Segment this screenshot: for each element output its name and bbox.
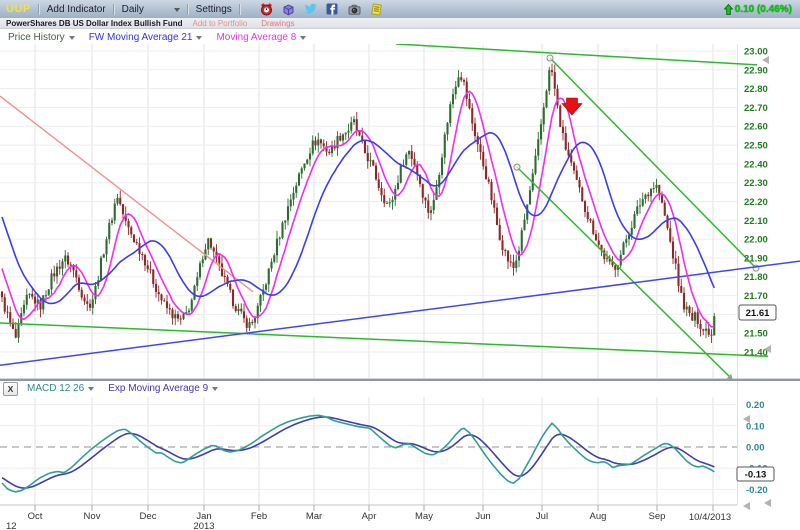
cube-icon[interactable] <box>282 3 295 16</box>
close-macd-button[interactable]: X <box>3 382 18 396</box>
settings-button[interactable]: Settings <box>196 4 232 15</box>
svg-text:22.50: 22.50 <box>744 141 768 152</box>
camera-icon[interactable] <box>348 3 361 16</box>
svg-text:Sep: Sep <box>649 511 666 522</box>
trendlines-layer[interactable] <box>0 44 800 380</box>
svg-text:21.90: 21.90 <box>744 253 768 264</box>
svg-text:21.70: 21.70 <box>744 291 768 302</box>
change-text: 0.10 (0.46%) <box>735 4 792 15</box>
svg-text:Apr: Apr <box>362 511 377 522</box>
add-to-portfolio-link[interactable]: Add to Portfolio <box>192 19 247 28</box>
drawings-link[interactable]: Drawings <box>261 19 294 28</box>
svg-text:10/4/2013: 10/4/2013 <box>689 512 731 523</box>
moving-average-21-dropdown[interactable]: FW Moving Average 21 <box>89 32 203 43</box>
toolbar-separator <box>187 4 189 15</box>
chevron-down-icon <box>69 36 75 43</box>
svg-text:22.80: 22.80 <box>744 84 768 95</box>
period-dropdown[interactable]: Daily <box>122 4 180 15</box>
toolbar-separator <box>239 4 241 15</box>
svg-text:22.40: 22.40 <box>744 159 768 170</box>
moving-average-21-label: FW Moving Average 21 <box>89 32 193 43</box>
toolbar-separator <box>38 4 40 15</box>
notes-icon[interactable] <box>370 3 383 16</box>
chevron-down-icon <box>212 387 218 394</box>
svg-text:2013: 2013 <box>193 521 214 530</box>
chevron-down-icon <box>88 387 94 394</box>
daily-change: 0.10 (0.46%) <box>724 4 792 15</box>
fund-name: PowerShares DB US Dollar Index Bullish F… <box>6 19 182 28</box>
charting-app-window: UUP Add Indicator Daily Settings 0.10 (0… <box>0 0 800 530</box>
toolbar-icons <box>260 3 383 16</box>
svg-text:May: May <box>415 511 433 522</box>
svg-text:22.90: 22.90 <box>744 65 768 76</box>
svg-text:21.50: 21.50 <box>744 329 768 340</box>
facebook-icon[interactable] <box>326 3 339 16</box>
svg-text:0.00: 0.00 <box>746 443 765 454</box>
period-value: Daily <box>122 4 144 15</box>
svg-text:22.60: 22.60 <box>744 122 768 133</box>
chevron-down-icon <box>300 36 306 43</box>
main-toolbar: UUP Add Indicator Daily Settings 0.10 (0… <box>0 0 800 18</box>
symbol-label[interactable]: UUP <box>6 3 31 15</box>
price-chart-canvas[interactable]: text{font-family:"Liberation Sans",sans-… <box>0 44 800 530</box>
macd-dropdown[interactable]: MACD 12 26 <box>27 383 94 394</box>
svg-text:22.10: 22.10 <box>744 216 768 227</box>
chevron-down-icon <box>196 36 202 43</box>
price-history-label: Price History <box>8 32 65 43</box>
svg-text:21.80: 21.80 <box>744 272 768 283</box>
add-indicator-button[interactable]: Add Indicator <box>47 4 106 15</box>
svg-text:Jun: Jun <box>475 511 490 522</box>
chevron-down-icon <box>174 8 180 15</box>
svg-text:22.00: 22.00 <box>744 235 768 246</box>
pane-separator[interactable] <box>0 379 800 381</box>
down-arrow-annotation[interactable] <box>562 98 582 115</box>
svg-text:Jul: Jul <box>536 511 548 522</box>
ema9-dropdown[interactable]: Exp Moving Average 9 <box>108 383 218 394</box>
symbol-subbar: PowerShares DB US Dollar Index Bullish F… <box>0 18 800 29</box>
candles-layer <box>1 64 715 343</box>
macd-layer <box>2 415 714 492</box>
svg-text:Aug: Aug <box>590 511 607 522</box>
price-history-dropdown[interactable]: Price History <box>8 32 75 43</box>
svg-text:22.30: 22.30 <box>744 178 768 189</box>
svg-text:Feb: Feb <box>251 511 267 522</box>
svg-text:21.61: 21.61 <box>746 308 770 319</box>
up-arrow-icon <box>724 4 733 15</box>
svg-text:23.00: 23.00 <box>744 47 768 58</box>
moving-averages-layer <box>2 91 714 327</box>
toolbar-separator <box>113 4 115 15</box>
svg-text:Oct: Oct <box>28 511 43 522</box>
svg-text:-0.20: -0.20 <box>746 485 768 496</box>
svg-text:-0.13: -0.13 <box>745 470 767 481</box>
ema9-label: Exp Moving Average 9 <box>108 383 208 394</box>
svg-text:12: 12 <box>6 521 17 530</box>
svg-text:Nov: Nov <box>84 511 101 522</box>
svg-text:21.40: 21.40 <box>744 348 768 359</box>
indicator-row: Price History FW Moving Average 21 Movin… <box>0 30 800 44</box>
moving-average-8-dropdown[interactable]: Moving Average 8 <box>216 32 306 43</box>
alerts-icon[interactable] <box>260 3 273 16</box>
svg-text:22.20: 22.20 <box>744 197 768 208</box>
moving-average-8-label: Moving Average 8 <box>216 32 296 43</box>
axis-labels: 23.00 22.90 22.80 22.70 22.60 22.50 22.40 22.30… <box>6 47 776 530</box>
svg-text:0.10: 0.10 <box>746 421 765 432</box>
macd-label: MACD 12 26 <box>27 383 84 394</box>
svg-text:Dec: Dec <box>140 511 157 522</box>
svg-text:0.20: 0.20 <box>746 400 765 411</box>
svg-text:Mar: Mar <box>306 511 322 522</box>
macd-header-row: X MACD 12 26 Exp Moving Average 9 <box>3 382 232 395</box>
svg-text:22.70: 22.70 <box>744 103 768 114</box>
twitter-icon[interactable] <box>304 3 317 16</box>
